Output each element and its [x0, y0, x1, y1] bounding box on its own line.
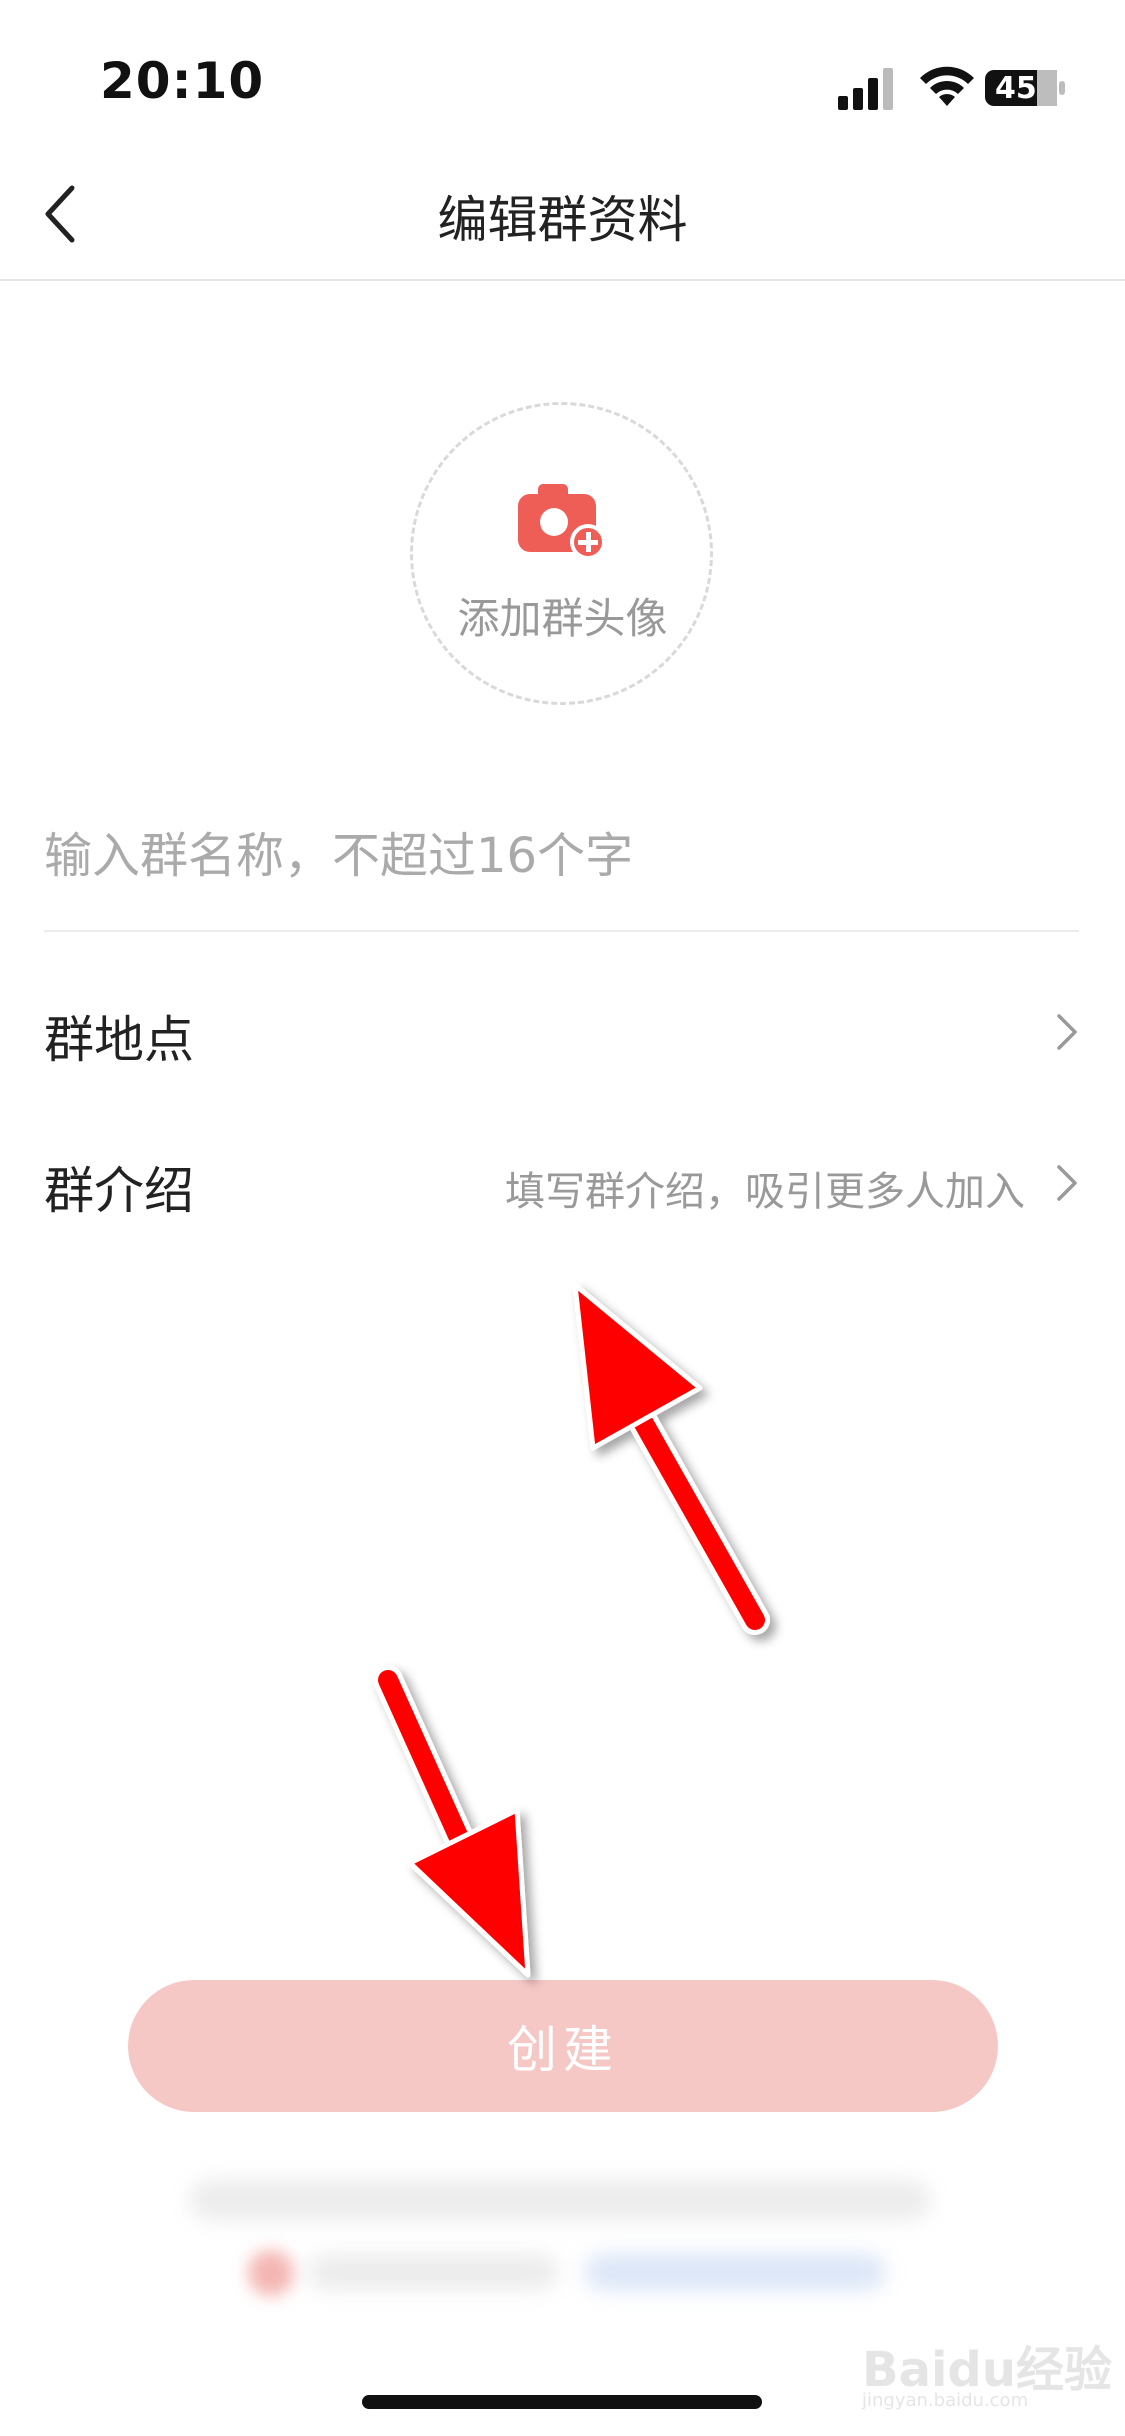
cellular-signal-icon [838, 68, 893, 110]
nav-divider [0, 279, 1125, 281]
baidu-watermark-url: jingyan.baidu.com [862, 2390, 1029, 2411]
group-intro-row[interactable]: 群介绍 填写群介绍，吸引更多人加入 [0, 1113, 1125, 1253]
add-avatar-label: 添加群头像 [457, 594, 668, 643]
group-intro-hint: 填写群介绍，吸引更多人加入 [505, 1169, 1025, 1215]
battery-level: 45 [995, 71, 1037, 106]
chevron-right-icon [1057, 1165, 1077, 1201]
page-title: 编辑群资料 [437, 191, 688, 249]
group-name-input[interactable] [44, 818, 1074, 894]
input-divider [44, 930, 1079, 932]
group-intro-label: 群介绍 [44, 1162, 194, 1220]
create-button[interactable]: 创建 [128, 1980, 998, 2112]
battery-icon: 45 [985, 66, 1067, 110]
agreement-checkbox-blurred[interactable] [248, 2250, 294, 2296]
group-location-label: 群地点 [44, 1011, 194, 1069]
group-location-row[interactable]: 群地点 [0, 962, 1125, 1102]
agreement-text-blurred [190, 2180, 930, 2220]
agreement-link-blurred[interactable] [585, 2254, 885, 2290]
chevron-right-icon [1057, 1014, 1077, 1050]
annotation-arrow-up [572, 1282, 770, 1635]
agreement-label-blurred [308, 2254, 558, 2290]
home-indicator [362, 2395, 762, 2409]
status-time: 20:10 [100, 52, 265, 110]
wifi-icon [920, 66, 974, 106]
camera-add-icon [518, 484, 606, 560]
annotation-arrow-down [373, 1665, 531, 1978]
